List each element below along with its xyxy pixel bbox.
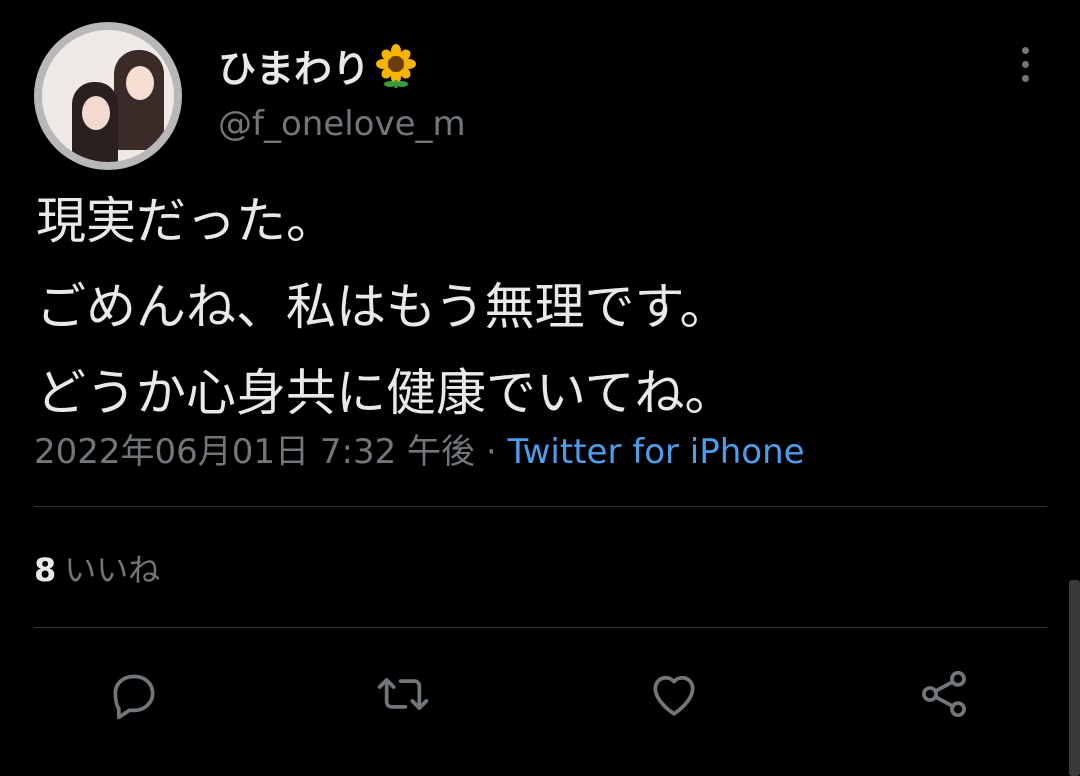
likes-number: 8 xyxy=(34,551,57,589)
tweet-text-line: 現実だった。 xyxy=(36,192,336,250)
display-name-text: ひまわり xyxy=(218,47,371,91)
heart-icon xyxy=(653,675,695,716)
avatar[interactable] xyxy=(34,22,182,170)
meta-separator: · xyxy=(475,432,508,472)
divider xyxy=(34,506,1047,507)
likes-count[interactable]: 8 いいね xyxy=(34,545,160,591)
retweet-icon xyxy=(377,678,429,710)
like-button[interactable] xyxy=(644,664,704,724)
display-name[interactable]: ひまわり xyxy=(218,38,418,93)
divider xyxy=(34,627,1047,628)
tweet-text: 現実だった。 ごめんね、私はもう無理です。 どうか心身共に健康でいてね。 xyxy=(36,178,1036,436)
retweet-button[interactable] xyxy=(373,664,433,724)
tweet-meta: 2022年06月01日 7:32 午後 · Twitter for iPhone xyxy=(34,424,805,473)
avatar-photo xyxy=(42,30,174,162)
sunflower-emoji-icon xyxy=(376,43,417,88)
tweet-text-line: ごめんね、私はもう無理です。 xyxy=(36,278,730,336)
source-link[interactable]: Twitter for iPhone xyxy=(507,432,804,472)
scrollbar[interactable] xyxy=(1069,580,1080,776)
user-handle[interactable]: @f_onelove_m xyxy=(218,104,466,144)
share-button[interactable] xyxy=(914,664,974,724)
timestamp[interactable]: 2022年06月01日 7:32 午後 xyxy=(34,432,475,472)
more-options-icon[interactable] xyxy=(1010,44,1040,84)
likes-label: いいね xyxy=(64,551,161,589)
share-icon xyxy=(922,670,966,718)
reply-button[interactable] xyxy=(104,664,164,724)
reply-icon xyxy=(113,674,155,720)
